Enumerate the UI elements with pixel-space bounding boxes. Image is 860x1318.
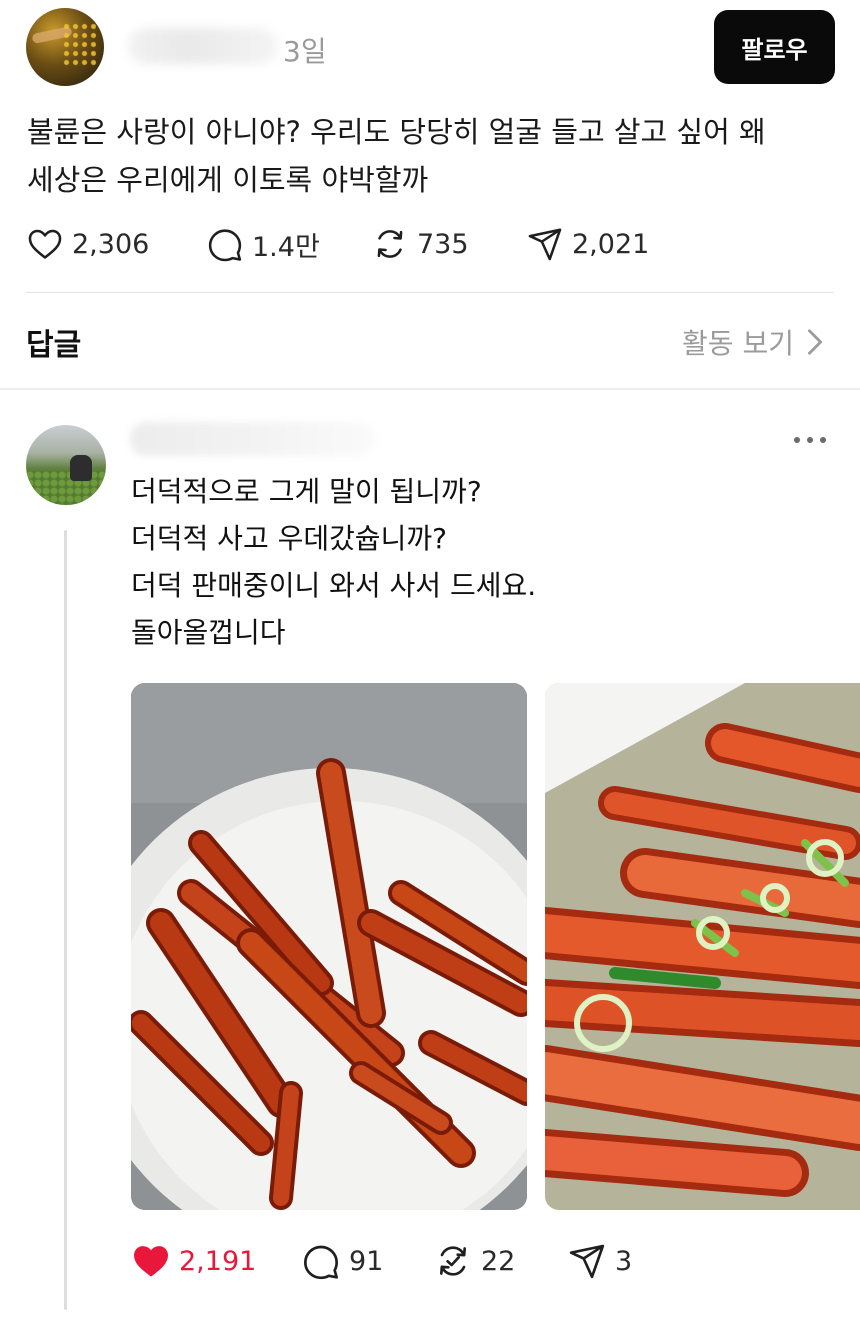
reply-share-count: 3	[615, 1245, 633, 1277]
heart-icon	[134, 1246, 168, 1277]
share-icon	[569, 1244, 605, 1279]
post-actions: 2,306 1.4만 735 2,021	[26, 222, 826, 266]
reply-text: 더덕적으로 그게 말이 됩니까? 더덕적 사고 우데갔슙니까? 더덕 판매중이니…	[131, 468, 536, 656]
reply-text-line: 더덕적 사고 우데갔슙니까?	[131, 522, 448, 555]
reply-like-button[interactable]: 2,191	[131, 1238, 256, 1284]
post-timestamp: 3일	[283, 35, 327, 68]
avatar-detail	[70, 455, 92, 481]
chevron-right-icon	[808, 329, 822, 355]
comment-icon	[208, 229, 242, 262]
like-count: 2,306	[72, 228, 150, 260]
heart-icon	[28, 229, 62, 259]
reply-like-count: 2,191	[179, 1245, 257, 1277]
follow-button[interactable]: 팔로우	[714, 10, 835, 84]
reply-share-button[interactable]: 3	[567, 1238, 632, 1284]
like-button[interactable]: 2,306	[26, 222, 149, 266]
reply-actions: 2,191 91 22 3	[131, 1238, 731, 1284]
repost-icon	[440, 1246, 466, 1276]
view-activity-link[interactable]: 활동 보기	[682, 322, 824, 362]
reply-text-line: 돌아올껍니다	[131, 616, 286, 649]
comment-count: 1.4만	[252, 231, 320, 263]
avatar[interactable]	[26, 8, 104, 86]
reply-comment-count: 91	[349, 1245, 384, 1277]
reply-image-2[interactable]	[545, 683, 860, 1210]
share-button[interactable]: 2,021	[526, 222, 649, 266]
reply-avatar[interactable]	[26, 425, 106, 505]
username-blurred[interactable]	[128, 28, 278, 64]
share-icon	[528, 228, 562, 261]
repost-count: 735	[417, 228, 469, 260]
divider	[0, 388, 860, 390]
post-text: 불륜은 사랑이 아니야? 우리도 당당히 얼굴 들고 살고 싶어 왜 세상은 우…	[27, 108, 827, 204]
post-text-line: 세상은 우리에게 이토록 야박할까	[27, 163, 429, 197]
food-photo	[131, 683, 527, 1210]
thread-line	[64, 530, 67, 1310]
repost-button[interactable]: 735	[371, 222, 469, 266]
food-photo	[545, 683, 860, 1210]
repost-icon	[377, 230, 403, 258]
reply-username-blurred[interactable]	[130, 422, 375, 456]
comment-button[interactable]: 1.4만	[206, 222, 320, 266]
view-activity-label: 활동 보기	[682, 327, 794, 360]
divider	[26, 292, 834, 293]
reply-comment-button[interactable]: 91	[301, 1238, 383, 1284]
avatar-detail	[26, 471, 106, 505]
more-icon[interactable]	[794, 430, 826, 450]
avatar-detail	[62, 22, 96, 66]
reply-text-line: 더덕적으로 그게 말이 됩니까?	[131, 475, 482, 508]
reply-repost-count: 22	[481, 1245, 516, 1277]
replies-heading: 답글	[26, 328, 82, 363]
comment-icon	[304, 1245, 338, 1280]
reply-text-line: 더덕 판매중이니 와서 사서 드세요.	[131, 569, 537, 602]
reply-repost-button[interactable]: 22	[433, 1238, 515, 1284]
reply-image-1[interactable]	[131, 683, 527, 1210]
share-count: 2,021	[572, 228, 650, 260]
post-text-line: 불륜은 사랑이 아니야? 우리도 당당히 얼굴 들고 살고 싶어 왜	[27, 115, 766, 149]
